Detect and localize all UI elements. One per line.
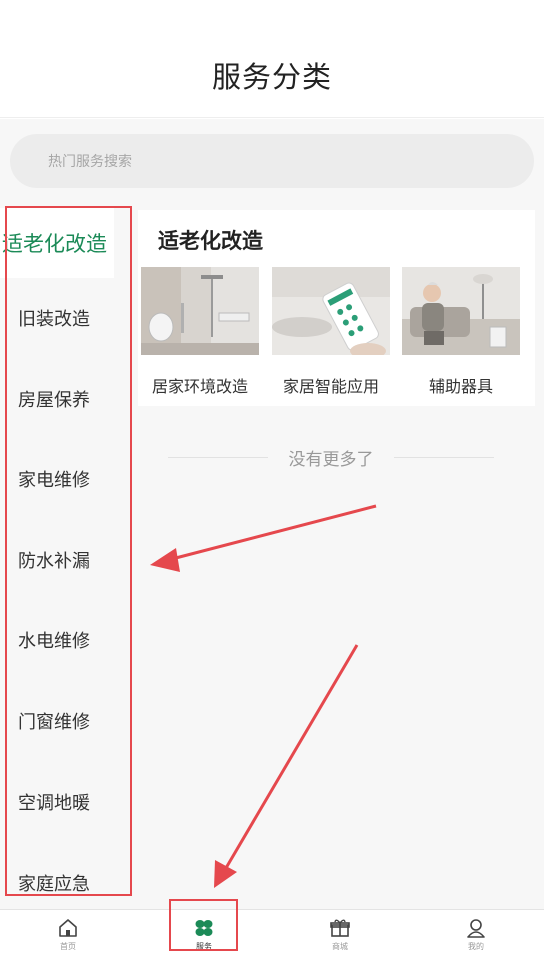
sidebar-item-label: 门窗维修 xyxy=(18,712,90,733)
sidebar-item-plumbing-electrical[interactable]: 水电维修 xyxy=(0,605,114,675)
page-title: 服务分类 xyxy=(211,60,332,94)
tab-label: 服务 xyxy=(196,942,212,951)
sidebar-item-label: 旧装改造 xyxy=(18,309,90,330)
sidebar-item-label: 家电维修 xyxy=(18,470,90,491)
category-sidebar: 适老化改造 旧装改造 房屋保养 家电维修 防水补漏 水电维修 门窗维修 空调地暖… xyxy=(0,208,122,908)
elderly-person-photo-icon xyxy=(402,267,520,355)
sidebar-item-home-emergency[interactable]: 家庭应急 xyxy=(0,848,114,918)
search-placeholder: 热门服务搜索 xyxy=(48,154,132,170)
sidebar-item-label: 防水补漏 xyxy=(18,551,90,572)
tab-mall[interactable]: 商城 xyxy=(272,910,408,953)
no-more-text: 没有更多了 xyxy=(288,450,374,470)
sidebar-item-house-maintenance[interactable]: 房屋保养 xyxy=(0,364,114,434)
bottom-tab-bar: 首页 服务 商城 我的 xyxy=(0,909,544,953)
sidebar-item-ac-floor-heating[interactable]: 空调地暖 xyxy=(0,767,114,837)
no-more-divider: 没有更多了 xyxy=(168,445,494,470)
panel-title: 适老化改造 xyxy=(158,229,263,253)
service-card-smart-home[interactable]: 家居智能应用 xyxy=(272,267,390,396)
tab-mine[interactable]: 我的 xyxy=(408,910,544,953)
sidebar-item-label: 空调地暖 xyxy=(18,793,90,814)
service-card-label: 家居智能应用 xyxy=(282,377,379,396)
service-card-home-environment[interactable]: 居家环境改造 xyxy=(141,267,259,396)
bathroom-photo-icon xyxy=(141,267,259,355)
service-card-assistive-devices[interactable]: 辅助器具 xyxy=(402,267,520,396)
sidebar-item-old-renovation[interactable]: 旧装改造 xyxy=(0,283,114,353)
gift-icon xyxy=(330,919,350,937)
home-icon xyxy=(59,919,77,937)
tab-service[interactable]: 服务 xyxy=(136,910,272,953)
tab-home[interactable]: 首页 xyxy=(0,910,136,953)
sidebar-item-label: 房屋保养 xyxy=(18,390,90,411)
sidebar-item-door-window-repair[interactable]: 门窗维修 xyxy=(0,686,114,756)
sidebar-item-label: 适老化改造 xyxy=(2,232,107,256)
tab-label: 我的 xyxy=(468,942,484,951)
service-card-label: 辅助器具 xyxy=(428,377,493,396)
user-icon xyxy=(467,919,485,938)
category-panel: 适老化改造 居家环境改造 家居智能应用 辅助器具 xyxy=(138,210,535,406)
sidebar-item-appliance-repair[interactable]: 家电维修 xyxy=(0,444,114,514)
clover-icon xyxy=(195,920,213,936)
tab-label: 首页 xyxy=(60,942,76,951)
smartphone-photo-icon xyxy=(272,267,390,355)
service-card-label: 居家环境改造 xyxy=(151,377,248,396)
sidebar-item-elderly-renovation[interactable]: 适老化改造 xyxy=(0,208,114,278)
sidebar-item-label: 家庭应急 xyxy=(18,874,90,895)
sidebar-item-label: 水电维修 xyxy=(18,631,90,652)
search-input[interactable]: 热门服务搜索 xyxy=(10,134,534,188)
tab-label: 商城 xyxy=(332,942,348,951)
sidebar-item-waterproofing[interactable]: 防水补漏 xyxy=(0,525,114,595)
page-header: 服务分类 xyxy=(0,0,544,118)
